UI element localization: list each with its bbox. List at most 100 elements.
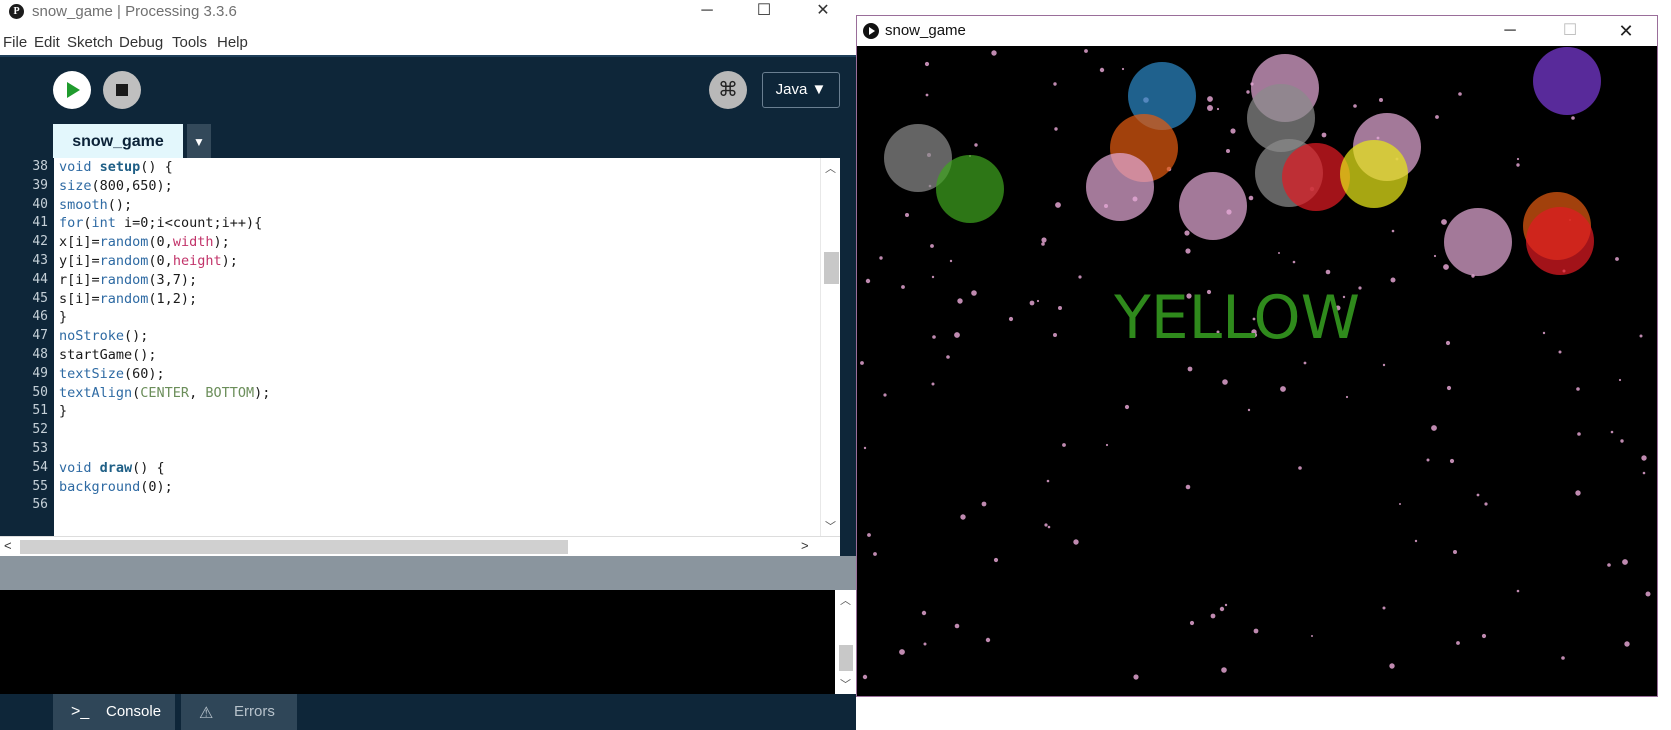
code-line[interactable]: textSize(60); <box>59 366 165 382</box>
menu-debug[interactable]: Debug <box>119 34 163 51</box>
scrollbar-thumb[interactable] <box>20 540 568 554</box>
snowflake <box>1298 466 1302 470</box>
play-icon <box>67 82 80 98</box>
code-line[interactable]: size(800,650); <box>59 178 173 194</box>
snowflake <box>1345 395 1349 399</box>
bubble[interactable] <box>1444 208 1512 276</box>
snowflake <box>1389 663 1395 669</box>
snowflake <box>1210 613 1216 619</box>
snowflake <box>1641 455 1647 461</box>
code-line[interactable]: } <box>59 309 67 325</box>
scroll-up-arrow-icon[interactable]: ︿ <box>840 592 851 608</box>
editor-vertical-scrollbar[interactable]: ︿ ﹀ <box>820 158 841 536</box>
minimize-button[interactable]: ─ <box>1487 16 1533 46</box>
snowflake <box>1230 128 1236 134</box>
game-canvas-graphics[interactable]: YELLOW <box>857 46 1657 696</box>
minimize-button[interactable]: ─ <box>684 0 730 24</box>
bubble[interactable] <box>1179 172 1247 240</box>
snowflake <box>1542 331 1546 335</box>
code-line[interactable]: x[i]=random(0,width); <box>59 234 230 250</box>
snowflake <box>1399 503 1401 505</box>
split-divider[interactable] <box>0 556 856 590</box>
menu-edit[interactable]: Edit <box>34 34 60 51</box>
tab-errors[interactable]: ⚠ Errors <box>181 694 297 730</box>
maximize-button[interactable]: ☐ <box>741 0 787 24</box>
code-line[interactable]: void setup() { <box>59 159 173 175</box>
code-line[interactable]: } <box>59 403 67 419</box>
run-button[interactable] <box>53 71 91 109</box>
snowflake <box>1390 277 1396 283</box>
tab-snow-game[interactable]: snow_game <box>53 124 183 160</box>
sketch-window-title: snow_game <box>885 22 966 39</box>
bubble[interactable] <box>1282 143 1350 211</box>
bubble[interactable] <box>936 155 1004 223</box>
snowflake <box>1516 157 1520 161</box>
bubble[interactable] <box>1533 47 1601 115</box>
scroll-left-arrow-icon[interactable]: < <box>4 538 12 553</box>
snowflake <box>1187 366 1193 372</box>
menu-file[interactable]: File <box>3 34 27 51</box>
tab-menu-button[interactable]: ▼ <box>187 124 211 160</box>
snowflake <box>1184 230 1190 236</box>
code-line[interactable]: r[i]=random(3,7); <box>59 272 197 288</box>
maximize-button[interactable]: ☐ <box>1547 16 1593 46</box>
scroll-right-arrow-icon[interactable]: > <box>801 538 809 553</box>
snowflake <box>1058 306 1062 310</box>
snowflake <box>1189 620 1195 626</box>
snowflake <box>946 355 950 359</box>
bubble[interactable] <box>1340 140 1408 208</box>
snowflake <box>1219 606 1225 612</box>
editor-horizontal-scrollbar[interactable]: < > <box>0 536 840 557</box>
line-number: 48 <box>32 347 48 362</box>
code-editor[interactable]: 38 39 40 41 42 43 44 45 46 47 48 49 50 51 52 53 54 55 56 v… <box>0 158 841 536</box>
sketch-canvas[interactable]: YELLOW <box>857 46 1657 696</box>
stop-icon <box>116 84 128 96</box>
snowflake <box>1046 479 1050 483</box>
snowflake <box>1446 385 1452 391</box>
snowflake <box>1253 628 1259 634</box>
scrollbar-thumb[interactable] <box>839 645 853 671</box>
line-number: 43 <box>32 253 48 268</box>
snowflake <box>901 285 905 289</box>
mode-selector[interactable]: Java ▼ <box>762 72 840 108</box>
close-button[interactable]: ✕ <box>800 0 846 24</box>
bubble[interactable] <box>1086 153 1154 221</box>
tab-console[interactable]: >_ Console <box>53 694 175 730</box>
close-button[interactable]: ✕ <box>1603 16 1649 46</box>
code-line[interactable]: s[i]=random(1,2); <box>59 291 197 307</box>
code-line[interactable]: void draw() { <box>59 460 165 476</box>
stop-button[interactable] <box>103 71 141 109</box>
code-line[interactable]: background(0); <box>59 479 173 495</box>
menu-help[interactable]: Help <box>217 34 248 51</box>
menu-tools[interactable]: Tools <box>172 34 207 51</box>
scroll-up-arrow-icon[interactable]: ︿ <box>825 160 836 176</box>
snowflake <box>1029 300 1035 306</box>
snowflake <box>1321 132 1327 138</box>
scrollbar-thumb[interactable] <box>824 252 839 284</box>
line-number: 54 <box>32 459 48 475</box>
debug-button[interactable]: ⌘ <box>709 71 747 109</box>
snowflake <box>985 637 991 643</box>
code-line[interactable]: startGame(); <box>59 347 157 363</box>
code-line[interactable]: noStroke(); <box>59 328 148 344</box>
code-area[interactable]: void setup() { size(800,650); smooth(); for… <box>59 158 819 536</box>
code-line[interactable]: textAlign(CENTER, BOTTOM); <box>59 385 270 401</box>
line-number: 44 <box>32 271 48 287</box>
console-scrollbar[interactable]: ︿ ﹀ <box>835 590 856 694</box>
code-line[interactable]: for(int i=0;i<count;i++){ <box>59 215 262 231</box>
scroll-down-arrow-icon[interactable]: ﹀ <box>825 518 836 534</box>
line-number: 42 <box>32 234 48 250</box>
line-number: 38 <box>32 159 48 174</box>
code-line[interactable]: y[i]=random(0,height); <box>59 253 238 269</box>
bubble[interactable] <box>1526 207 1594 275</box>
snowflake <box>1292 260 1296 264</box>
console-output[interactable] <box>0 590 835 694</box>
snowflake <box>1642 471 1646 475</box>
window-title: snow_game | Processing 3.3.6 <box>32 3 237 20</box>
scroll-down-arrow-icon[interactable]: ﹀ <box>840 676 851 692</box>
menu-bar: File Edit Sketch Debug Tools Help <box>0 31 856 55</box>
line-number: 53 <box>32 441 48 456</box>
line-number: 41 <box>32 215 48 231</box>
code-line[interactable]: smooth(); <box>59 197 132 213</box>
menu-sketch[interactable]: Sketch <box>67 34 113 51</box>
